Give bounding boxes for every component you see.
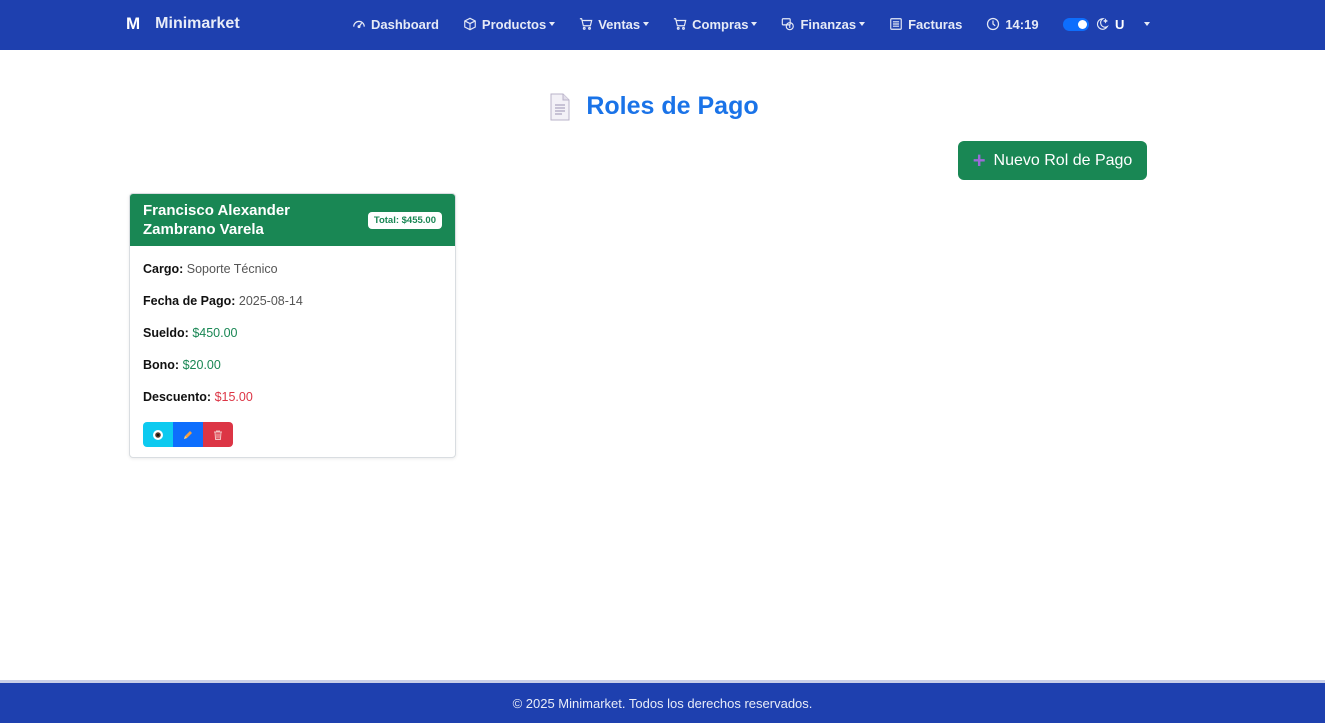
field-bono: Bono: $20.00 [143,358,442,390]
field-value: $20.00 [182,358,221,372]
nav-item-ventas[interactable]: Ventas [579,16,650,32]
card-body: Cargo: Soporte Técnico Fecha de Pago: 20… [130,246,455,447]
field-label: Cargo: [143,262,184,276]
theme-switch[interactable] [1062,17,1089,31]
chevron-down-icon [751,22,758,26]
field-label: Descuento: [143,390,212,404]
user-menu[interactable]: U [1115,0,1151,48]
card-actions [143,422,442,447]
page-title: Roles de Pago [586,92,759,120]
chevron-down-icon [1144,22,1151,26]
theme-toggle[interactable] [1062,17,1114,31]
brand-name: Minimarket [155,15,240,32]
page-header: Roles de Pago [0,92,1325,121]
new-payroll-button[interactable]: + Nuevo Rol de Pago [958,141,1147,180]
field-value: Soporte Técnico [186,262,278,276]
field-cargo: Cargo: Soporte Técnico [143,262,442,294]
cart-icon [580,18,593,30]
pencil-icon [184,430,192,439]
navbar: M Minimarket Dashboard Productos Ventas … [0,0,1325,50]
field-label: Sueldo: [143,326,189,340]
nav-item-productos[interactable]: Productos [463,16,556,32]
delete-button[interactable] [203,422,233,447]
brand-logo: M [126,14,141,33]
field-sueldo: Sueldo: $450.00 [143,326,442,358]
field-value: $450.00 [192,326,238,340]
clock-icon [987,17,1000,31]
trash-icon [214,430,222,440]
user-initial: U [1115,16,1125,32]
field-value: 2025-08-14 [238,294,303,308]
chevron-down-icon [643,22,650,26]
new-payroll-label: Nuevo Rol de Pago [993,151,1133,169]
view-button[interactable] [143,422,173,447]
nav-item-label: Ventas [598,16,641,32]
gauge-icon [353,20,365,29]
receipt-icon [890,18,902,30]
nav-item-facturas[interactable]: Facturas [889,17,962,32]
clock: 14:19 [986,16,1039,32]
nav-item-label: Facturas [908,16,963,32]
cash-icon [782,18,795,31]
nav-item-finanzas[interactable]: Finanzas [781,16,866,32]
clock-time: 14:19 [1005,16,1039,32]
box-icon [464,17,476,31]
nav-item-label: Compras [692,16,749,32]
edit-button[interactable] [173,422,203,447]
chevron-down-icon [549,22,556,26]
employee-name: Francisco Alexander Zambrano Varela [143,202,291,238]
field-label: Fecha de Pago: [143,294,236,308]
field-fecha-pago: Fecha de Pago: 2025-08-14 [143,294,442,326]
footer: © 2025 Minimarket. Todos los derechos re… [0,680,1325,723]
footer-text: © 2025 Minimarket. Todos los derechos re… [512,695,813,711]
total-badge: Total: $455.00 [367,211,442,229]
cart-icon [674,18,687,30]
nav-item-compras[interactable]: Compras [673,16,758,32]
chevron-down-icon [859,22,866,26]
brand[interactable]: M Minimarket [126,0,240,48]
nav-item-label: Dashboard [371,16,439,32]
field-descuento: Descuento: $15.00 [143,390,442,422]
document-icon [550,93,570,120]
field-value: $15.00 [214,390,253,404]
nav-item-label: Finanzas [800,16,857,32]
moon-stars-icon [1096,18,1109,30]
nav-item-dashboard[interactable]: Dashboard [352,17,439,32]
nav-item-label: Productos [481,16,547,32]
field-label: Bono: [143,358,180,372]
plus-icon: + [972,147,986,173]
payroll-card: Francisco Alexander Zambrano Varela Tota… [129,193,456,458]
nav-menu: Dashboard Productos Ventas Compras Finan… [352,0,1114,48]
eye-icon [153,429,163,440]
card-header: Francisco Alexander Zambrano Varela Tota… [130,194,455,246]
